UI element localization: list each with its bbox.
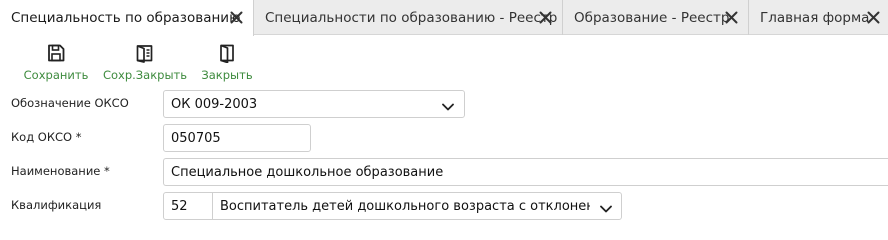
okso-code-value: 050705 bbox=[171, 130, 221, 146]
save-icon bbox=[46, 43, 66, 63]
name-input[interactable]: Специальное дошкольное образование bbox=[163, 158, 888, 186]
close-icon[interactable] bbox=[230, 11, 243, 24]
tab-label: Специальности по образованию - Реестр bbox=[265, 9, 558, 26]
save-label: Сохранить bbox=[23, 68, 89, 82]
save-close-icon bbox=[135, 43, 155, 63]
close-label: Закрыть bbox=[201, 68, 253, 82]
tab-specialty-education[interactable]: Специальность по образованию bbox=[0, 0, 254, 36]
chevron-down-icon bbox=[442, 100, 454, 111]
okso-designation-select[interactable]: ОК 009-2003 bbox=[163, 90, 465, 118]
okso-code-label: Код ОКСО * bbox=[11, 130, 82, 144]
qualification-row: Квалификация 52 Воспитатель детей дошкол… bbox=[0, 192, 888, 220]
tab-main-form[interactable]: Главная форма bbox=[749, 0, 888, 35]
close-icon[interactable] bbox=[539, 11, 552, 24]
door-icon bbox=[217, 43, 237, 64]
tab-bar: Специальность по образованию Специальнос… bbox=[0, 0, 888, 36]
okso-designation-row: Обозначение ОКСО ОК 009-2003 bbox=[0, 90, 888, 118]
close-button[interactable]: Закрыть bbox=[200, 41, 254, 83]
close-icon[interactable] bbox=[867, 11, 880, 24]
qualification-label: Квалификация bbox=[11, 198, 102, 212]
name-value: Специальное дошкольное образование bbox=[171, 164, 444, 180]
divider bbox=[212, 193, 213, 219]
tab-label: Специальность по образованию bbox=[11, 10, 241, 26]
tab-education-registry[interactable]: Образование - Реестр bbox=[563, 0, 749, 35]
name-row: Наименование * Специальное дошкольное об… bbox=[0, 158, 888, 186]
tab-label: Образование - Реестр bbox=[574, 9, 730, 26]
save-close-button[interactable]: Сохр.Закрыть bbox=[102, 41, 188, 83]
qualification-value: Воспитатель детей дошкольного возраста с… bbox=[220, 199, 590, 214]
toolbar: Сохранить Сохр.Закрыть Закрыть bbox=[0, 36, 888, 86]
qualification-select[interactable]: 52 Воспитатель детей дошкольного возраст… bbox=[163, 192, 622, 220]
qualification-code: 52 bbox=[171, 199, 188, 214]
save-close-label: Сохр.Закрыть bbox=[102, 68, 188, 82]
okso-designation-value: ОК 009-2003 bbox=[171, 96, 258, 112]
save-button[interactable]: Сохранить bbox=[23, 41, 89, 83]
chevron-down-icon bbox=[600, 202, 612, 213]
name-label: Наименование * bbox=[11, 164, 110, 178]
tab-label: Главная форма bbox=[760, 9, 870, 26]
okso-designation-label: Обозначение ОКСО bbox=[11, 96, 129, 110]
okso-code-row: Код ОКСО * 050705 bbox=[0, 124, 888, 152]
okso-code-input[interactable]: 050705 bbox=[163, 124, 311, 152]
close-icon[interactable] bbox=[725, 11, 738, 24]
tab-specialties-registry[interactable]: Специальности по образованию - Реестр bbox=[254, 0, 563, 35]
